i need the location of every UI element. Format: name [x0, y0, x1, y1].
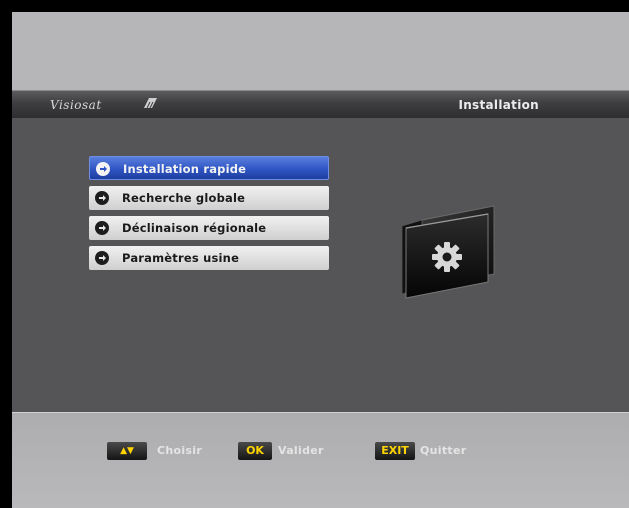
content-area: Installation rapide Recherche globale Dé… — [12, 118, 629, 412]
menu-item-label: Déclinaison régionale — [122, 221, 267, 235]
hint-choisir: Choisir — [157, 444, 203, 457]
menu-item-installation-rapide[interactable]: Installation rapide — [89, 156, 329, 180]
up-down-key[interactable]: ▲▼ — [107, 442, 147, 460]
gear-folder-icon — [401, 205, 495, 299]
arrow-right-icon — [96, 162, 110, 176]
arrow-right-icon — [95, 251, 109, 265]
menu-item-parametres-usine[interactable]: Paramètres usine — [89, 246, 329, 270]
exit-key[interactable]: EXIT — [375, 442, 415, 460]
brand-logo: Visiosat — [50, 98, 102, 112]
hint-valider: Valider — [278, 444, 324, 457]
arrow-right-icon — [95, 191, 109, 205]
footer-hints: ▲▼ Choisir OK Valider EXIT Quitter — [12, 412, 629, 508]
ok-key[interactable]: OK — [238, 442, 272, 460]
brand-logo-mark — [144, 98, 157, 109]
menu-item-label: Paramètres usine — [122, 251, 240, 265]
menu-item-label: Recherche globale — [122, 191, 246, 205]
arrow-right-icon — [95, 221, 109, 235]
page-title: Installation — [458, 98, 539, 112]
tv-screen: Visiosat Installation Installation rapid… — [12, 12, 629, 508]
installation-menu: Installation rapide Recherche globale Dé… — [89, 156, 329, 276]
menu-item-declinaison-regionale[interactable]: Déclinaison régionale — [89, 216, 329, 240]
menu-item-label: Installation rapide — [123, 162, 247, 176]
menu-item-recherche-globale[interactable]: Recherche globale — [89, 186, 329, 210]
hint-quitter: Quitter — [420, 444, 467, 457]
title-bar: Visiosat Installation — [12, 90, 629, 118]
